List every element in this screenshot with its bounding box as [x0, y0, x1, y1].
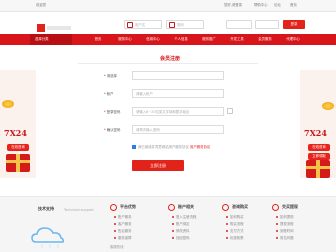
agree-checkbox[interactable] [132, 145, 136, 149]
claim-tag[interactable]: 立即领取 [308, 153, 330, 160]
left-promo-banner[interactable]: 7X24 在线咨询 [0, 70, 36, 178]
gift-icon [306, 160, 330, 178]
consult-tag[interactable]: 在线咨询 [7, 144, 29, 151]
nav-item-profile[interactable]: 个人信息 [168, 34, 194, 45]
site-logo[interactable] [37, 19, 73, 32]
footer-link[interactable]: 服务保障 [118, 236, 132, 240]
username-placeholder: 用户名 [135, 23, 146, 27]
password-placeholder: 密码 [177, 23, 184, 27]
confirm-password-field[interactable]: 请再次输入密码 [132, 125, 224, 134]
footer-link[interactable]: 优惠政策 [230, 236, 244, 240]
withdraw-icon [272, 204, 279, 211]
bullet-icon [276, 237, 278, 239]
user-icon [127, 22, 133, 28]
account-placeholder: 请输入帐户 [136, 92, 153, 96]
gift-icon [6, 154, 30, 172]
top-bar: 欢迎您 您好,请登录 帮助中心 论坛 首页 [0, 0, 336, 12]
nav-item-tools[interactable]: 开发工具 [224, 34, 250, 45]
service-badge: 7X24 [304, 128, 327, 138]
footer-link[interactable]: 如何提现 [280, 215, 294, 219]
password-input[interactable]: 密码 [166, 20, 204, 29]
agreement-link[interactable]: 用户服务协议 [190, 145, 210, 149]
field-label-confirm: * 确认密码 [104, 128, 121, 132]
footer-link[interactable]: 如何购买 [230, 215, 244, 219]
footer-link[interactable]: 常见问题 [280, 236, 294, 240]
agree-text: 我已阅读并同意网站用户服务协议 用户服务协议 [138, 145, 211, 149]
footer-link[interactable]: 提现流程 [280, 222, 294, 226]
password-placeholder-text: 请输入6~20位英文字母和数字组合 [136, 110, 190, 114]
bullet-icon [226, 237, 228, 239]
top-link-help[interactable]: 帮助中心 [254, 3, 268, 7]
footer-link[interactable]: 找回密码 [176, 236, 190, 240]
footer-link[interactable]: 账户绑定 [176, 222, 190, 226]
account-field[interactable]: 请输入帐户 [132, 89, 224, 98]
info-icon [227, 108, 233, 114]
bullet-icon [172, 223, 174, 225]
field-label-account: * 帐户 [104, 92, 114, 96]
hotline-text: 客服热线 [110, 245, 124, 249]
bullet-icon [276, 223, 278, 225]
welcome-text: 欢迎您 [36, 3, 47, 7]
footer-link[interactable]: 到账时间 [280, 229, 294, 233]
lock-icon [169, 22, 175, 28]
support-title: 技术支持 [38, 206, 54, 211]
bullet-icon [172, 230, 174, 232]
region-select[interactable] [132, 71, 224, 80]
register-button[interactable]: 立即注册 [132, 160, 184, 171]
nav-item-service[interactable]: 服务中心 [112, 34, 138, 45]
top-link-login[interactable]: 您好,请登录 [224, 3, 242, 7]
right-promo-banner[interactable]: 7X24 在线咨询 立即领取 [300, 70, 336, 178]
nav-category[interactable]: 选择分类 [30, 34, 72, 45]
footer-col-title-4: 交买提现 [282, 204, 298, 209]
footer-link[interactable]: 登入注册流程 [176, 215, 196, 219]
footer-col-title-3: 咨询购买 [232, 204, 248, 209]
nav-item-home[interactable]: 首页 [86, 34, 110, 45]
footer-col-title-2: 账户相关 [178, 204, 194, 209]
service-badge: 7X24 [4, 128, 27, 138]
footer-link[interactable]: 账户服务 [118, 215, 132, 219]
footer-link[interactable]: 修改资料 [176, 229, 190, 233]
nav-item-credit[interactable]: 信用中心 [140, 34, 166, 45]
captcha-image[interactable] [255, 20, 279, 29]
form-divider [78, 63, 258, 64]
username-input[interactable]: 用户名 [124, 20, 162, 29]
bullet-icon [114, 230, 116, 232]
footer-col-title-1: 平台优势 [120, 204, 136, 209]
bullet-icon [172, 216, 174, 218]
field-label-password: * 登录密码 [104, 110, 121, 114]
bullet-icon [276, 230, 278, 232]
top-link-home[interactable]: 首页 [290, 3, 297, 7]
form-title: 会员注册 [160, 56, 181, 62]
bullet-icon [114, 216, 116, 218]
support-subtitle: Technical support [64, 208, 94, 212]
coin-icon [322, 102, 334, 110]
bullet-icon [172, 237, 174, 239]
consult-icon [222, 204, 229, 211]
footer-link[interactable]: 客户服务 [118, 222, 132, 226]
bullet-icon [226, 230, 228, 232]
field-label-select: * 请选择 [104, 74, 117, 78]
platform-icon [110, 204, 117, 211]
bullet-icon [226, 223, 228, 225]
footer-link[interactable]: 售后服务 [118, 229, 132, 233]
account-icon [168, 204, 175, 211]
coin-icon [2, 100, 14, 108]
nav-item-member[interactable]: 会员服务 [252, 34, 278, 45]
nav-item-agent[interactable]: 代理中心 [280, 34, 306, 45]
captcha-input[interactable] [226, 20, 252, 29]
confirm-placeholder: 请再次输入密码 [136, 128, 160, 132]
bullet-icon [114, 223, 116, 225]
footer-link[interactable]: 购买流程 [230, 222, 244, 226]
top-link-forum[interactable]: 论坛 [274, 3, 281, 7]
cloud-icon [31, 227, 64, 248]
footer-link[interactable]: 支付方式 [230, 229, 244, 233]
bullet-icon [114, 237, 116, 239]
nav-item-promo[interactable]: 服务推广 [196, 34, 222, 45]
bullet-icon [226, 216, 228, 218]
bullet-icon [276, 216, 278, 218]
login-button[interactable]: 登录 [283, 20, 305, 29]
consult-tag[interactable]: 在线咨询 [308, 144, 330, 151]
password-field[interactable]: 请输入6~20位英文字母和数字组合 [132, 107, 224, 116]
